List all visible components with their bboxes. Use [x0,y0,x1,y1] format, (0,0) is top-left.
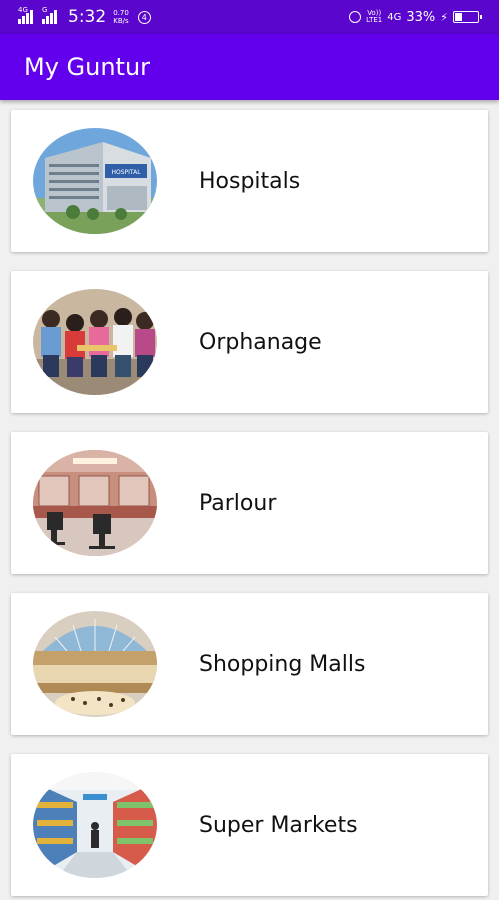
app-title: My Guntur [24,53,151,81]
volte-indicator: Vo)) LTE1 [366,9,383,24]
battery-percent: 33% [406,9,436,25]
category-label-super-markets: Super Markets [199,812,358,838]
notification-count-badge: 4 [137,10,151,24]
category-label-shopping-malls: Shopping Malls [199,651,366,677]
category-label-parlour: Parlour [199,490,277,516]
category-label-orphanage: Orphanage [199,329,322,355]
children-group-photo [33,289,157,395]
charging-icon: ⚡ [440,10,448,24]
category-card-hospitals[interactable]: HOSPITAL Hospitals [11,110,488,252]
mall-atrium-photo [33,611,157,717]
beauty-salon-photo [33,450,157,556]
clock: 5:32 [68,7,107,27]
supermarket-aisle-photo [33,772,157,878]
battery-icon [453,11,482,23]
status-bar: 4G G 5:32 0.70 KB/s 4 Vo)) LTE1 4G 33% ⚡ [0,0,499,34]
category-card-orphanage[interactable]: Orphanage [11,271,488,413]
app-bar: My Guntur [0,34,499,100]
signal-strength-2-icon: G [42,6,57,24]
hospital-building-photo: HOSPITAL [33,128,157,234]
category-card-super-markets[interactable]: Super Markets [11,754,488,896]
svg-text:HOSPITAL: HOSPITAL [111,169,141,176]
category-label-hospitals: Hospitals [199,168,301,194]
category-card-parlour[interactable]: Parlour [11,432,488,574]
category-card-shopping-malls[interactable]: Shopping Malls [11,593,488,735]
network-speed: 0.70 KB/s [113,9,129,25]
alarm-icon [349,11,362,23]
signal-strength-icon: 4G [18,6,33,24]
network-type-label: 4G [387,11,402,23]
